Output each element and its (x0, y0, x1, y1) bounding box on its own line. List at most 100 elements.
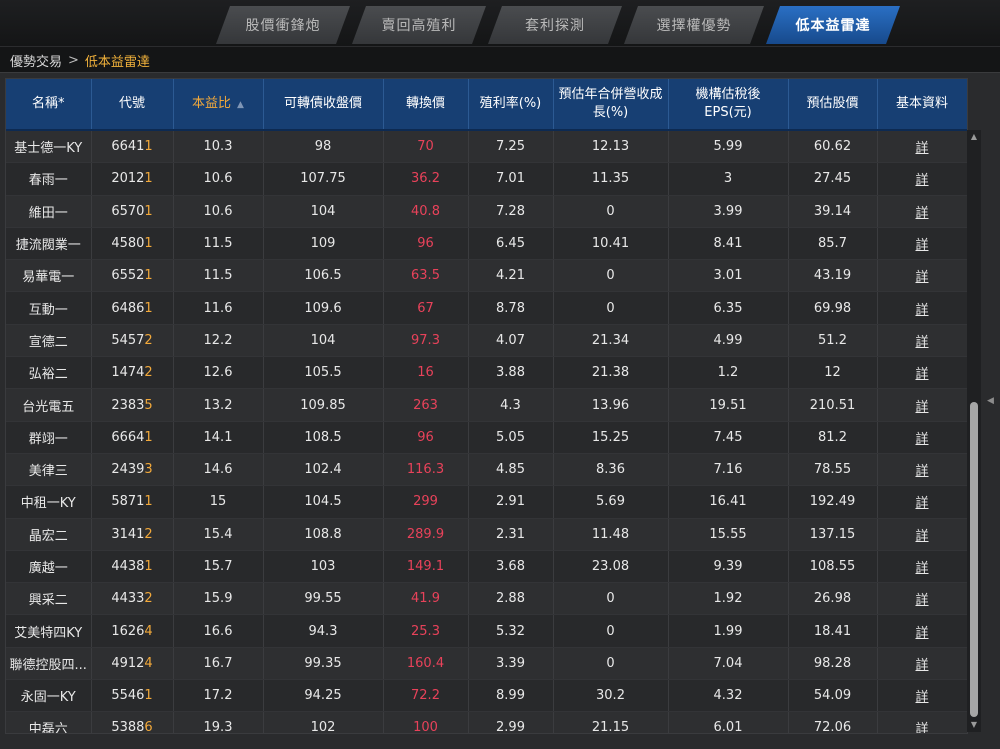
table-row[interactable]: 捷流閥業一 45801 11.5 109 96 6.45 10.41 8.41 85.7 詳 (6, 227, 967, 261)
cell-eps: 1.2 (668, 356, 789, 390)
tab-arbitrage-detect[interactable]: 套利探測 (488, 6, 622, 44)
table-row[interactable]: 中磊六 53886 19.3 102 100 2.99 21.15 6.01 72.06 詳 (6, 711, 967, 734)
cell-pe: 17.2 (173, 679, 264, 713)
cell-est-price: 192.49 (788, 485, 878, 519)
scroll-thumb[interactable] (970, 402, 978, 717)
col-header-cb-close[interactable]: 可轉債收盤價 (263, 79, 384, 131)
col-header-name[interactable]: 名稱* (6, 79, 92, 131)
cell-yield: 2.31 (468, 518, 554, 551)
cell-cb-close: 107.75 (263, 162, 384, 196)
detail-link[interactable]: 詳 (877, 518, 967, 551)
cell-pe: 13.2 (173, 388, 264, 422)
cell-name: 捷流閥業一 (6, 227, 92, 261)
tab-options-advantage[interactable]: 選擇權優勢 (624, 6, 764, 44)
cell-code: 66411 (91, 130, 174, 164)
cell-est-price: 72.06 (788, 711, 878, 733)
cell-conv-price: 63.5 (383, 259, 469, 293)
table-row[interactable]: 維田一 65701 10.6 104 40.8 7.28 0 3.99 39.14 詳 (6, 195, 967, 228)
detail-link[interactable]: 詳 (877, 647, 967, 681)
breadcrumb-home[interactable]: 優勢交易 (10, 51, 62, 70)
col-header-est-price[interactable]: 預估股價 (788, 79, 878, 131)
code-suffix: 1 (144, 429, 153, 445)
table-row[interactable]: 興采二 44332 15.9 99.55 41.9 2.88 0 1.92 26.98 詳 (6, 582, 967, 616)
detail-link[interactable]: 詳 (877, 162, 967, 196)
cell-cb-close: 108.8 (263, 518, 384, 551)
detail-link[interactable]: 詳 (877, 582, 967, 616)
table-row[interactable]: 易華電一 65521 11.5 106.5 63.5 4.21 0 3.01 43.19 詳 (6, 259, 967, 293)
table-row[interactable]: 宣德二 54572 12.2 104 97.3 4.07 21.34 4.99 51.2 詳 (6, 324, 967, 358)
detail-link[interactable]: 詳 (877, 453, 967, 487)
table-row[interactable]: 中租一KY 58711 15 104.5 299 2.91 5.69 16.41 192.49 詳 (6, 485, 967, 519)
cell-name: 中租一KY (6, 485, 92, 519)
table-row[interactable]: 聯德控股四... 49124 16.7 99.35 160.4 3.39 0 7.04 98.2… (6, 647, 967, 681)
cell-eps: 3 (668, 162, 789, 196)
code-base: 5871 (111, 494, 145, 510)
tab-stock-charge[interactable]: 股價衝鋒炮 (216, 6, 350, 44)
code-base: 4438 (111, 559, 145, 574)
scroll-down-icon[interactable]: ▼ (967, 718, 981, 732)
table-row[interactable]: 廣越一 44381 15.7 103 149.1 3.68 23.08 9.39 108.55 詳 (6, 550, 967, 584)
cell-conv-price: 100 (383, 711, 469, 733)
detail-link[interactable]: 詳 (877, 259, 967, 293)
cell-est-price: 43.19 (788, 259, 878, 293)
table-row[interactable]: 永固一KY 55461 17.2 94.25 72.2 8.99 30.2 4.32 54.09… (6, 679, 967, 713)
cell-eps: 5.99 (668, 130, 789, 164)
cell-name: 廣越一 (6, 550, 92, 584)
col-header-eps[interactable]: 機構估稅後EPS(元) (668, 79, 789, 131)
table-row[interactable]: 春雨一 20121 10.6 107.75 36.2 7.01 11.35 3 27.45 詳 (6, 162, 967, 196)
col-header-code[interactable]: 代號 (91, 79, 174, 131)
cell-conv-price: 149.1 (383, 550, 469, 584)
detail-link[interactable]: 詳 (877, 421, 967, 454)
cell-pe: 15 (173, 485, 264, 519)
tab-low-pe-radar[interactable]: 低本益雷達 (766, 6, 900, 44)
collapse-arrow-icon[interactable]: ◀ (987, 396, 994, 406)
code-base: 1474 (111, 365, 145, 381)
detail-link[interactable]: 詳 (877, 679, 967, 713)
table-row[interactable]: 晶宏二 31412 15.4 108.8 289.9 2.31 11.48 15.55 137.… (6, 518, 967, 551)
table-row[interactable]: 群翊一 66641 14.1 108.5 96 5.05 15.25 7.45 81.2 詳 (6, 421, 967, 454)
code-base: 4433 (111, 591, 145, 607)
cell-pe: 16.6 (173, 614, 264, 648)
detail-link[interactable]: 詳 (877, 388, 967, 422)
cell-conv-price: 25.3 (383, 614, 469, 648)
table-row[interactable]: 基士德一KY 66411 10.3 98 70 7.25 12.13 5.99 60.62 詳 (6, 130, 967, 164)
col-header-conv-price[interactable]: 轉換價 (383, 79, 469, 131)
cell-pe: 12.2 (173, 324, 264, 358)
detail-link[interactable]: 詳 (877, 550, 967, 584)
table-row[interactable]: 互動一 64861 11.6 109.6 67 8.78 0 6.35 69.98 詳 (6, 291, 967, 325)
col-header-rev-growth[interactable]: 預估年合併營收成長(%) (553, 79, 669, 131)
cell-conv-price: 41.9 (383, 582, 469, 616)
detail-link[interactable]: 詳 (877, 195, 967, 228)
cell-rev-growth: 10.41 (553, 227, 669, 261)
cell-yield: 4.07 (468, 324, 554, 358)
detail-link[interactable]: 詳 (877, 291, 967, 325)
code-suffix: 4 (144, 623, 153, 639)
table-row[interactable]: 艾美特四KY 16264 16.6 94.3 25.3 5.32 0 1.99 18.41 詳 (6, 614, 967, 648)
table-row[interactable]: 弘裕二 14742 12.6 105.5 16 3.88 21.38 1.2 12 詳 (6, 356, 967, 390)
detail-link[interactable]: 詳 (877, 324, 967, 358)
code-base: 3141 (111, 526, 145, 542)
scroll-up-icon[interactable]: ▲ (967, 130, 981, 144)
detail-link[interactable]: 詳 (877, 485, 967, 519)
col-header-yield[interactable]: 殖利率(%) (468, 79, 554, 131)
tab-put-high-yield[interactable]: 賣回高殖利 (352, 6, 486, 44)
code-base: 5388 (111, 720, 145, 734)
cell-est-price: 137.15 (788, 518, 878, 551)
cell-cb-close: 103 (263, 550, 384, 584)
cell-est-price: 60.62 (788, 130, 878, 164)
col-header-pe[interactable]: 本益比 ▲ (173, 79, 264, 131)
cell-cb-close: 108.5 (263, 421, 384, 454)
vertical-scrollbar[interactable]: ▲ ▼ (967, 130, 981, 732)
cell-rev-growth: 8.36 (553, 453, 669, 487)
detail-link[interactable]: 詳 (877, 614, 967, 648)
detail-link[interactable]: 詳 (877, 356, 967, 390)
code-base: 6664 (111, 429, 145, 445)
detail-link[interactable]: 詳 (877, 130, 967, 164)
table-row[interactable]: 美律三 24393 14.6 102.4 116.3 4.85 8.36 7.16 78.55 詳 (6, 453, 967, 487)
code-suffix: 2 (144, 526, 153, 542)
table-row[interactable]: 台光電五 23835 13.2 109.85 263 4.3 13.96 19.51 210.5… (6, 388, 967, 422)
detail-link[interactable]: 詳 (877, 711, 967, 733)
detail-link[interactable]: 詳 (877, 227, 967, 261)
cell-name: 互動一 (6, 291, 92, 325)
cell-rev-growth: 0 (553, 291, 669, 325)
